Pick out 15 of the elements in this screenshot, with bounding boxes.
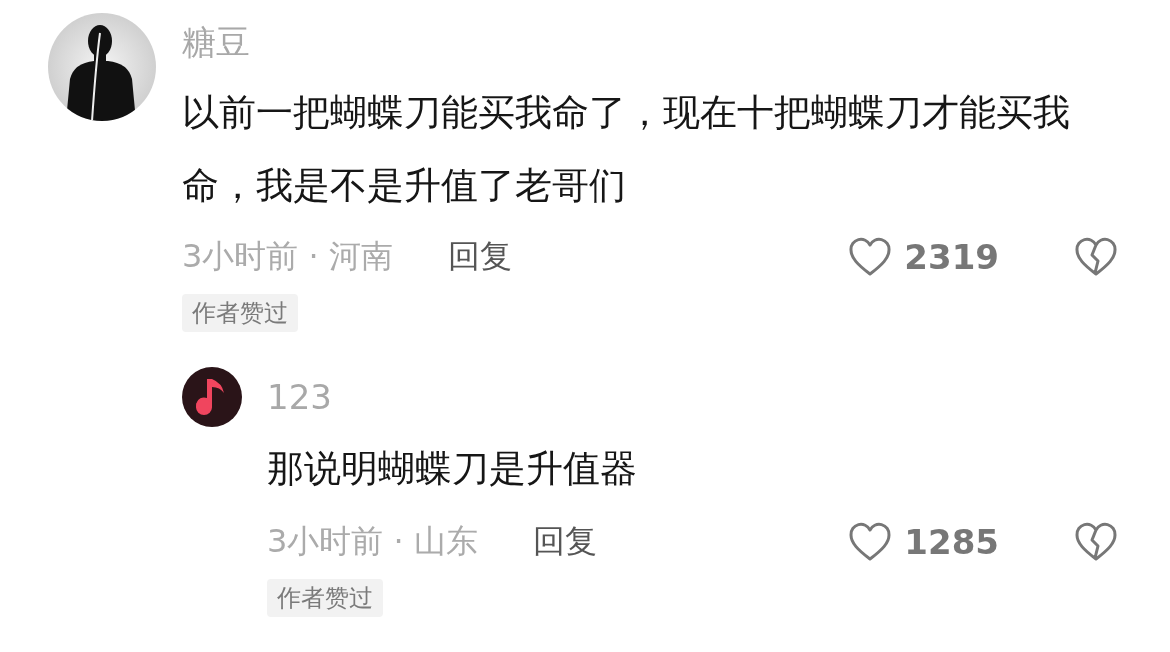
heart-icon[interactable] [848, 237, 893, 277]
like-count: 2319 [904, 237, 999, 277]
music-note-icon [182, 367, 242, 427]
heart-icon[interactable] [848, 522, 893, 562]
time-location: 3小时前 · 山东 [267, 521, 478, 562]
like-count: 1285 [904, 522, 999, 562]
comment-text: 以前一把蝴蝶刀能买我命了，现在十把蝴蝶刀才能买我命，我是不是升值了老哥们 [182, 90, 1071, 209]
comment-text: 那说明蝴蝶刀是升值器 [267, 446, 638, 492]
author-liked-tag: 作者赞过 [267, 579, 383, 617]
time-location: 3小时前 · 河南 [182, 236, 393, 277]
broken-heart-icon[interactable] [1074, 522, 1118, 562]
author-liked-tag: 作者赞过 [182, 294, 298, 332]
broken-heart-icon[interactable] [1074, 237, 1118, 277]
reply-button[interactable]: 回复 [447, 235, 512, 279]
reply-button[interactable]: 回复 [532, 520, 597, 564]
